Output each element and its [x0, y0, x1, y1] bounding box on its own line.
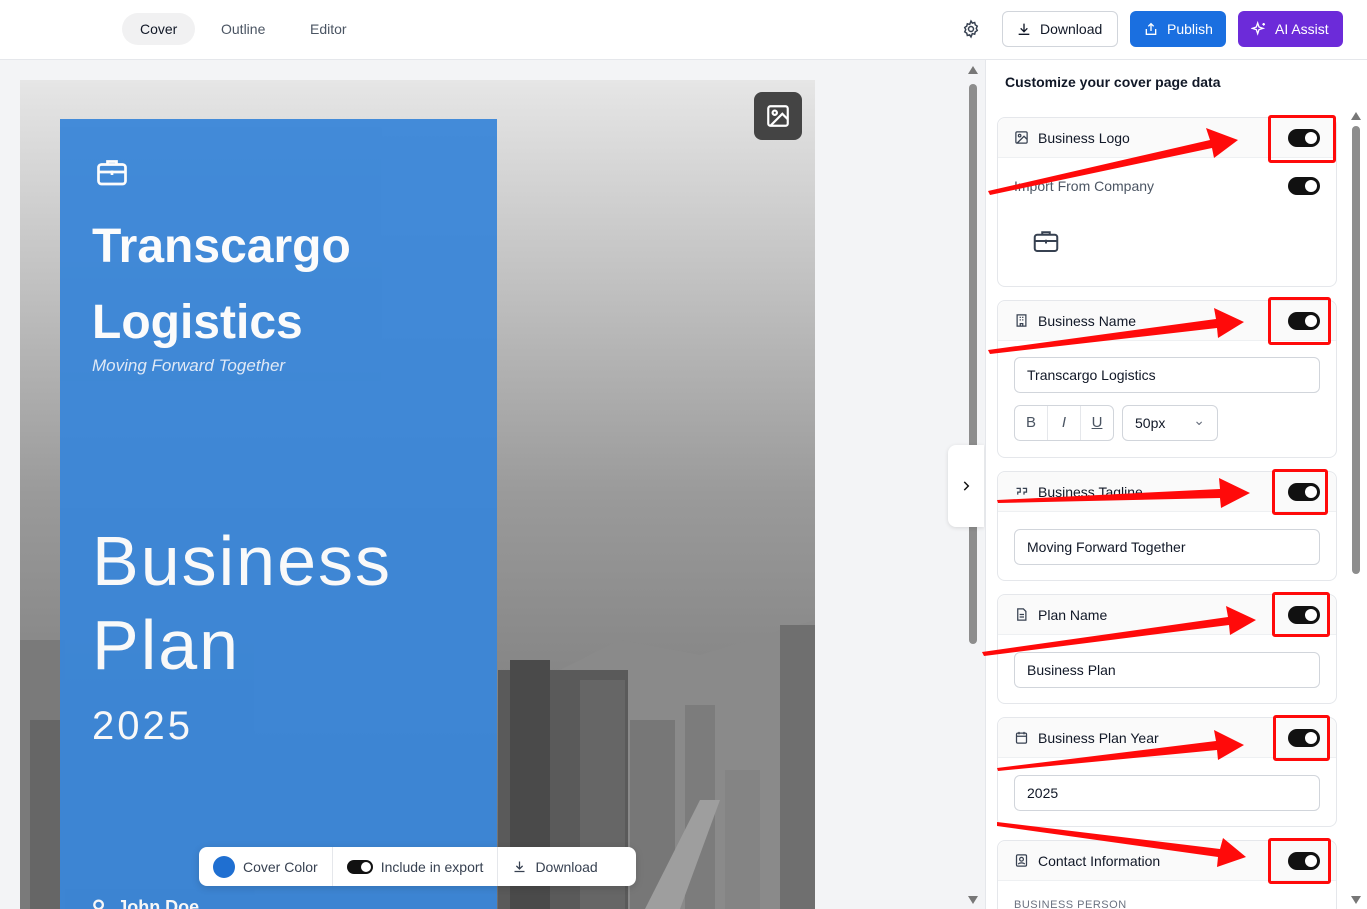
scroll-thumb[interactable] [1352, 126, 1360, 574]
business-tagline: Moving Forward Together [92, 356, 286, 375]
panel-title: Customize your cover page data [1005, 74, 1221, 90]
download-label: Download [1040, 21, 1103, 37]
calendar-icon [1015, 731, 1028, 744]
scroll-down-arrow[interactable] [968, 896, 978, 904]
briefcase-icon [1033, 231, 1059, 252]
color-swatch [213, 855, 235, 878]
business-name-input[interactable]: Transcargo Logistics [1014, 357, 1320, 393]
annotation-box [1268, 297, 1331, 345]
panel-scrollbar[interactable] [1349, 110, 1363, 909]
business-name-label: Business Name [1038, 312, 1137, 329]
include-in-export-toggle[interactable]: Include in export [333, 847, 499, 886]
import-from-company-toggle[interactable] [1288, 177, 1320, 195]
cover-toolbar: Cover Color Include in export Download [199, 847, 636, 886]
change-image-button[interactable] [754, 92, 802, 140]
ai-assist-label: AI Assist [1275, 21, 1329, 37]
toggle-switch [346, 859, 373, 874]
plan-name-input[interactable]: Business Plan [1014, 652, 1320, 688]
download-button[interactable]: Download [1002, 11, 1118, 47]
annotation-box [1272, 469, 1328, 515]
image-icon [1015, 131, 1028, 144]
annotation-box [1268, 838, 1331, 884]
download-icon [1018, 23, 1030, 35]
business-person-section-label: BUSINESS PERSON [1014, 899, 1127, 909]
annotation-box [1273, 715, 1330, 761]
business-plan-year-input[interactable]: 2025 [1014, 775, 1320, 811]
person-name: John Doe [117, 897, 200, 909]
tab-outline[interactable]: Outline [203, 13, 283, 45]
italic-button[interactable]: I [1048, 406, 1081, 440]
business-tagline-label: Business Tagline [1038, 483, 1143, 500]
cover-page: Transcargo Logistics Moving Forward Toge… [20, 80, 815, 909]
contact-information-label: Contact Information [1038, 852, 1161, 869]
tab-editor[interactable]: Editor [292, 13, 365, 45]
text-format-group: B I U [1014, 405, 1114, 441]
briefcase-logo-icon [97, 160, 127, 186]
plan-year: 2025 [92, 704, 193, 748]
contact-card-icon [1015, 854, 1028, 867]
publish-button[interactable]: Publish [1130, 11, 1226, 47]
underline-button[interactable]: U [1081, 406, 1113, 440]
scroll-up-arrow[interactable] [968, 66, 978, 74]
publish-label: Publish [1167, 21, 1213, 37]
sparkle-icon [1251, 21, 1266, 36]
collapse-panel-button[interactable] [948, 445, 984, 527]
quote-icon [1016, 487, 1028, 495]
annotation-box [1268, 115, 1336, 163]
cover-download-button[interactable]: Download [498, 847, 611, 886]
download-icon [514, 861, 525, 873]
import-from-company-label: Import From Company [1014, 178, 1155, 194]
annotation-box [1272, 592, 1330, 637]
ai-assist-button[interactable]: AI Assist [1238, 11, 1343, 47]
chevron-right-icon [963, 481, 970, 491]
plan-title: Business Plan [92, 522, 393, 684]
plan-name-label: Plan Name [1038, 606, 1108, 623]
include-label: Include in export [380, 858, 484, 875]
top-bar: Cover Outline Editor Download Publish AI… [0, 0, 1367, 60]
person-icon: ⚲ [92, 897, 106, 909]
cover-color-label: Cover Color [243, 858, 318, 875]
business-tagline-input[interactable]: Moving Forward Together [1014, 529, 1320, 565]
business-logo-label: Business Logo [1038, 129, 1130, 146]
scroll-up-arrow[interactable] [1351, 112, 1361, 120]
building-icon [1016, 314, 1027, 327]
scroll-thumb[interactable] [969, 84, 977, 644]
gear-icon[interactable] [961, 19, 981, 39]
cover-preview-area: Transcargo Logistics Moving Forward Toge… [0, 60, 965, 909]
tab-cover[interactable]: Cover [122, 13, 196, 45]
font-size-select[interactable]: 50px [1122, 403, 1218, 441]
scroll-down-arrow[interactable] [1351, 896, 1361, 904]
contact-person: ⚲ John Doe [92, 897, 199, 909]
business-name: Transcargo Logistics [92, 220, 351, 349]
business-plan-year-label: Business Plan Year [1038, 729, 1159, 746]
download-label: Download [535, 858, 598, 875]
image-icon [767, 105, 789, 127]
cover-color-panel: Transcargo Logistics Moving Forward Toge… [60, 119, 497, 909]
cover-color-picker[interactable]: Cover Color [199, 847, 333, 886]
document-icon [1017, 608, 1027, 621]
share-icon [1145, 22, 1157, 35]
bold-button[interactable]: B [1015, 406, 1048, 440]
